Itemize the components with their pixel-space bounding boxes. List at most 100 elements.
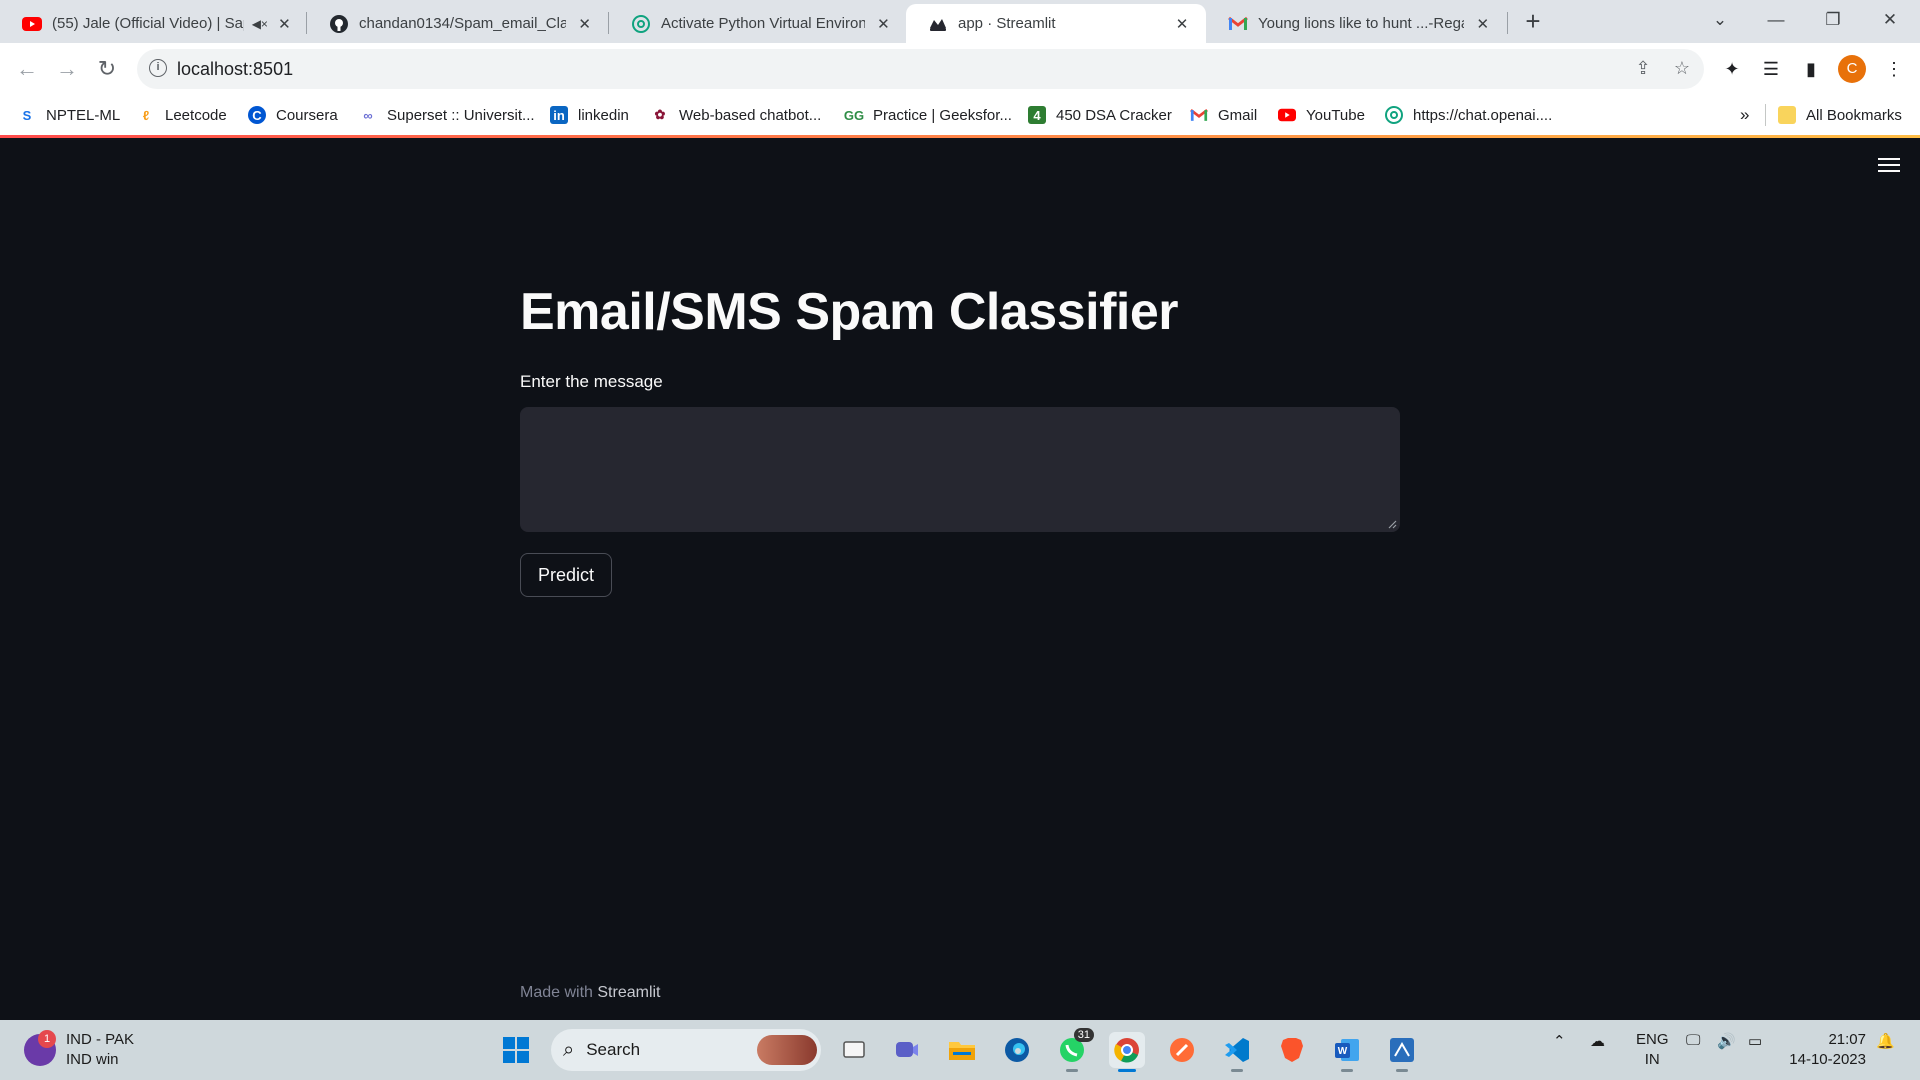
bookmark-youtube[interactable]: YouTube: [1278, 103, 1365, 127]
all-bookmarks-folder[interactable]: All Bookmarks: [1778, 103, 1902, 127]
file-explorer-icon[interactable]: [944, 1032, 980, 1068]
side-panel-icon[interactable]: ▮: [1797, 55, 1825, 83]
share-icon[interactable]: ⇪: [1631, 58, 1655, 82]
close-tab-icon[interactable]: ✕: [1474, 15, 1492, 33]
close-tab-icon[interactable]: ✕: [278, 15, 291, 33]
tab-streamlit-app[interactable]: app · Streamlit ✕: [906, 4, 1206, 43]
bookmark-chatbot[interactable]: ✿ Web-based chatbot...: [651, 103, 822, 127]
site-info-icon[interactable]: i: [149, 59, 167, 77]
region-code: IN: [1644, 1051, 1660, 1068]
tab-title: Activate Python Virtual Environment: [661, 15, 865, 32]
bookmark-nptel[interactable]: S NPTEL-ML: [18, 103, 121, 127]
restore-button[interactable]: ❐: [1815, 6, 1851, 34]
superset-icon: ∞: [363, 107, 373, 123]
close-window-button[interactable]: ✕: [1872, 6, 1908, 34]
bookmark-label: linkedin: [578, 106, 629, 124]
clock-date: 14-10-2023: [1789, 1051, 1866, 1068]
task-view-icon[interactable]: [836, 1032, 872, 1068]
show-hidden-icons-chevron[interactable]: ⌃: [1553, 1032, 1566, 1050]
input-language[interactable]: ENG IN: [1636, 1030, 1669, 1070]
browser-tab-strip: (55) Jale (Official Video) | Sapna Choud…: [0, 0, 1920, 43]
streamlit-icon: [928, 14, 948, 34]
cricket-widget-icon: 1: [24, 1030, 56, 1066]
anaconda-navigator-icon[interactable]: [1384, 1032, 1420, 1072]
active-indicator: [1118, 1069, 1136, 1072]
geeksforgeeks-icon: GG: [843, 107, 865, 123]
close-tab-icon[interactable]: ✕: [576, 15, 593, 33]
bookmark-label: https://chat.openai....: [1413, 106, 1553, 124]
bookmark-chatgpt[interactable]: https://chat.openai....: [1385, 103, 1552, 127]
tab-search-chevron-icon[interactable]: ⌄: [1702, 6, 1738, 34]
tab-title: Young lions like to hunt ...-Regard: [1258, 15, 1464, 32]
tab-chatgpt[interactable]: Activate Python Virtual Environment ✕: [609, 4, 906, 43]
bookmark-label: Web-based chatbot...: [679, 106, 822, 124]
muted-speaker-icon[interactable]: ◀×: [252, 17, 268, 31]
footer-streamlit-link[interactable]: Streamlit: [597, 984, 660, 1001]
bookmark-gmail[interactable]: Gmail: [1190, 103, 1257, 127]
bookmark-leetcode[interactable]: ℓ Leetcode: [137, 103, 227, 127]
tab-title: app · Streamlit: [958, 15, 1056, 32]
widget-subline: IND win: [66, 1051, 119, 1068]
tab-gmail[interactable]: Young lions like to hunt ...-Regard ✕: [1206, 4, 1506, 43]
bookmark-superset[interactable]: ∞ Superset :: Universit...: [359, 103, 534, 127]
kebab-menu-icon[interactable]: ⋮: [1880, 55, 1908, 83]
bookmark-geeksforgeeks[interactable]: GG Practice | Geeksfor...: [843, 103, 1012, 127]
network-icon[interactable]: 🖵: [1686, 1032, 1700, 1049]
notification-bell-icon[interactable]: 🔔: [1876, 1032, 1895, 1050]
whatsapp-badge: 31: [1073, 1028, 1094, 1042]
volume-icon[interactable]: 🔊: [1717, 1032, 1736, 1050]
taskbar-search[interactable]: ⌕ Search: [551, 1029, 821, 1071]
nptel-icon: S: [22, 107, 32, 123]
brave-icon[interactable]: [1274, 1032, 1310, 1068]
word-icon[interactable]: W: [1329, 1032, 1365, 1072]
hamburger-menu-icon[interactable]: [1878, 158, 1900, 176]
notification-badge: 1: [38, 1030, 56, 1048]
predict-button[interactable]: Predict: [520, 553, 612, 597]
tab-youtube[interactable]: (55) Jale (Official Video) | Sapna Choud…: [0, 4, 305, 43]
bookmark-label: Practice | Geeksfor...: [873, 106, 1012, 124]
chrome-icon[interactable]: [1109, 1032, 1145, 1072]
chatgpt-icon: [1385, 106, 1403, 124]
edge-icon[interactable]: [999, 1032, 1035, 1068]
forward-arrow-icon[interactable]: →: [52, 54, 82, 84]
tab-github[interactable]: chandan0134/Spam_email_Classifier ✕: [307, 4, 607, 43]
reload-icon[interactable]: ↻: [92, 54, 122, 84]
clock-time: 21:07: [1828, 1031, 1866, 1048]
language-code: ENG: [1636, 1031, 1669, 1048]
close-tab-icon[interactable]: ✕: [1172, 15, 1192, 33]
postman-icon[interactable]: [1164, 1032, 1200, 1068]
bookmarks-bar: S NPTEL-ML ℓ Leetcode C Coursera ∞ Super…: [0, 95, 1920, 135]
bookmark-dsa-cracker[interactable]: 4 450 DSA Cracker: [1028, 103, 1172, 127]
more-bookmarks-chevron-icon[interactable]: »: [1740, 103, 1749, 127]
battery-icon[interactable]: ▭: [1748, 1032, 1762, 1050]
teams-chat-icon[interactable]: [889, 1032, 925, 1068]
bookmark-label: Leetcode: [165, 106, 227, 124]
gmail-icon: [1228, 14, 1248, 34]
start-windows-icon[interactable]: [498, 1032, 534, 1068]
url-text[interactable]: localhost:8501: [177, 59, 293, 80]
minimize-button[interactable]: —: [1758, 6, 1794, 34]
profile-avatar[interactable]: C: [1838, 55, 1866, 83]
bookmark-linkedin[interactable]: in linkedin: [550, 103, 629, 127]
bookmark-star-icon[interactable]: ☆: [1670, 58, 1694, 82]
vscode-icon[interactable]: [1219, 1032, 1255, 1072]
dsa-cracker-icon: 4: [1028, 106, 1046, 124]
onedrive-warning-icon[interactable]: ☁: [1590, 1032, 1605, 1050]
whatsapp-icon[interactable]: 31: [1054, 1028, 1094, 1072]
resize-grip-icon[interactable]: [1387, 519, 1397, 529]
bookmark-coursera[interactable]: C Coursera: [248, 103, 338, 127]
bookmark-label: All Bookmarks: [1806, 106, 1902, 124]
windows-taskbar: 1 IND - PAK IND win ⌕ Search 31 W ⌃ ☁ EN…: [0, 1020, 1920, 1080]
weather-widget[interactable]: 1 IND - PAK IND win: [24, 1030, 134, 1070]
extensions-puzzle-icon[interactable]: ✦: [1718, 55, 1746, 83]
address-bar[interactable]: i localhost:8501 ⇪ ☆: [137, 49, 1704, 89]
new-tab-button[interactable]: +: [1519, 8, 1547, 36]
bookmark-divider: [1765, 104, 1766, 126]
system-clock[interactable]: 21:07 14-10-2023: [1789, 1030, 1866, 1070]
message-textarea[interactable]: [520, 407, 1400, 532]
close-tab-icon[interactable]: ✕: [875, 15, 892, 33]
media-playlist-icon[interactable]: ☰: [1757, 55, 1785, 83]
bookmark-label: NPTEL-ML: [46, 106, 121, 124]
search-icon: ⌕: [563, 1038, 575, 1061]
back-arrow-icon[interactable]: ←: [12, 54, 42, 84]
